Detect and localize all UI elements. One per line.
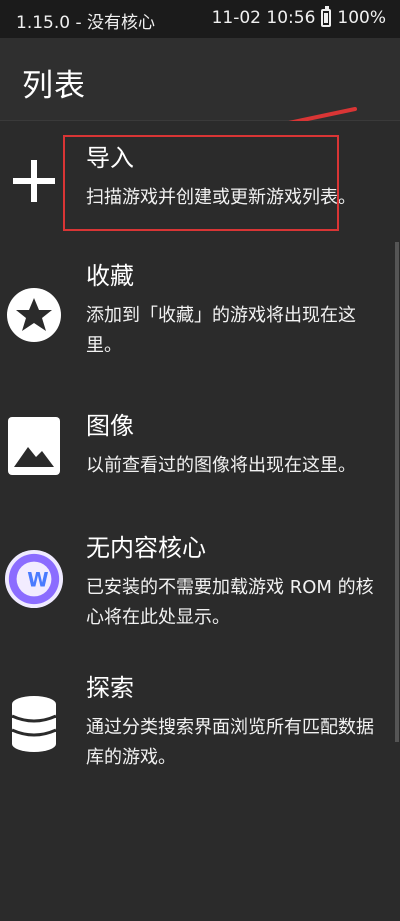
list-item-import[interactable]: 导入 扫描游戏并创建或更新游戏列表。 [0,143,392,243]
list-item-explore[interactable]: 探索 通过分类搜索界面浏览所有匹配数据库的游戏。 [0,673,392,783]
image-icon [4,416,64,476]
battery-charging-icon [321,6,332,27]
status-bar-right: 11-02 10:56 100% [211,6,386,28]
status-bar-app-version: 1.15.0 - 没有核心 [16,13,156,33]
list-item-label: 图像 [86,412,134,440]
list-item-description: 通过分类搜索界面浏览所有匹配数据库的游戏。 [86,717,374,768]
page-title: 列表 [22,68,86,104]
list-item-description: 扫描游戏并创建或更新游戏列表。 [86,187,356,208]
list-item-favorites[interactable]: 收藏 添加到「收藏」的游戏将出现在这里。 [0,261,392,371]
status-bar-battery: 100% [337,8,386,28]
list-item-contentless-cores[interactable]: W 无内容核心 已安装的不需要加载游戏 ROM 的核心将在此处显示。 [0,533,392,643]
list-item-label: 导入 [86,144,134,172]
list-item-label: 收藏 [86,262,134,290]
svg-text:W: W [27,569,48,592]
list-item-description: 添加到「收藏」的游戏将出现在这里。 [86,305,356,356]
scrollbar-thumb[interactable] [395,242,399,742]
status-bar-time: 11-02 10:56 [211,8,316,28]
core-app-icon: W [4,549,64,609]
list-item-label: 探索 [86,674,134,702]
list-item-description: 已安装的不需要加载游戏 ROM 的核心将在此处显示。 [86,577,374,628]
plus-icon [4,151,64,211]
app-bar: 列表 [0,38,400,143]
database-icon [4,695,64,755]
main-list: 导入 扫描游戏并创建或更新游戏列表。 收藏 添加到「收藏」的游戏将出现在这里。 … [0,121,400,921]
star-icon [4,285,64,345]
list-item-images[interactable]: 图像 以前查看过的图像将出现在这里。 [0,411,392,501]
list-item-label: 无内容核心 [86,534,206,562]
status-bar: 1.15.0 - 没有核心 11-02 10:56 100% [0,0,400,38]
list-item-description: 以前查看过的图像将出现在这里。 [86,455,356,476]
list-scrollbar[interactable] [392,242,400,921]
